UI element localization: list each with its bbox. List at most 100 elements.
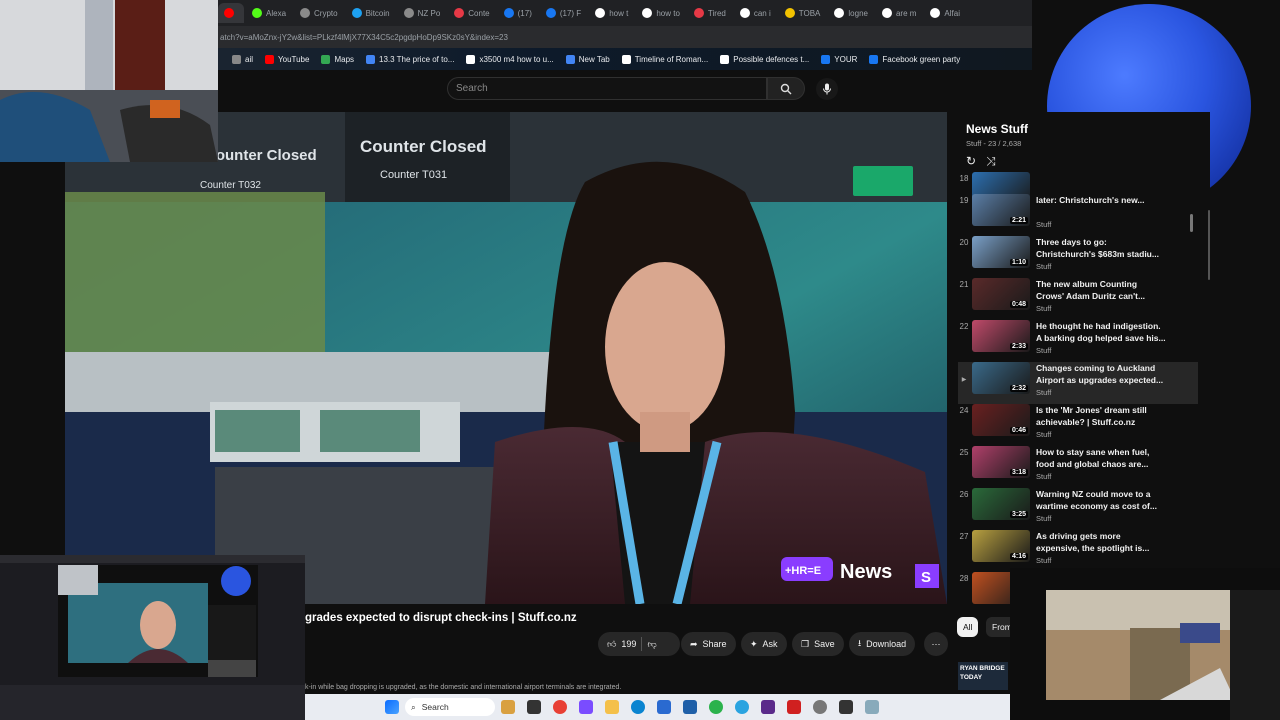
- browser-tab[interactable]: Bitcoin: [346, 3, 396, 23]
- browser-tab[interactable]: Alfai: [924, 3, 966, 23]
- windows-start-icon[interactable]: [385, 700, 399, 714]
- playlist-index: 22: [959, 322, 969, 331]
- tab-label: are m: [895, 8, 917, 18]
- playlist-thumbnail[interactable]: 2:21: [972, 194, 1030, 226]
- playlist-item-title[interactable]: Changes coming to Auckland Airport as up…: [1036, 362, 1166, 386]
- browser-tab[interactable]: Conte: [448, 3, 495, 23]
- bookmark-item[interactable]: New Tab: [565, 54, 610, 64]
- browser-tab[interactable]: can i: [734, 3, 777, 23]
- playlist-item-title[interactable]: Warning NZ could move to a wartime econo…: [1036, 488, 1166, 512]
- playlist-thumbnail[interactable]: 0:46: [972, 404, 1030, 436]
- playlist-item[interactable]: 27 4:16 As driving gets more expensive, th…: [958, 530, 1198, 572]
- browser-tab[interactable]: Alexa: [246, 3, 292, 23]
- file-explorer-icon[interactable]: [605, 700, 619, 714]
- playlist-item-title[interactable]: How to stay sane when fuel, food and glo…: [1036, 446, 1166, 470]
- chip-all[interactable]: All: [957, 617, 979, 637]
- bookmark-item[interactable]: Facebook green party: [869, 54, 960, 64]
- browser-tab[interactable]: (17): [498, 3, 538, 23]
- playlist-item-title[interactable]: As driving gets more expensive, the spot…: [1036, 530, 1166, 554]
- bookmark-label: YouTube: [278, 54, 310, 64]
- app-icon-4[interactable]: [865, 700, 879, 714]
- playlist-thumbnail[interactable]: 0:48: [972, 278, 1030, 310]
- obs-icon[interactable]: [761, 700, 775, 714]
- page-scrollbar[interactable]: [1208, 210, 1210, 280]
- playlist-item[interactable]: 25 3:18 How to stay sane when fuel, food a…: [958, 446, 1198, 488]
- app-icon-2[interactable]: [683, 700, 697, 714]
- promo-thumbnail[interactable]: RYAN BRIDGE TODAY: [958, 662, 1008, 690]
- ask-button[interactable]: ✦ Ask: [741, 632, 787, 656]
- bookmark-item[interactable]: YouTube: [265, 54, 310, 64]
- browser-tab[interactable]: (17) F: [540, 3, 587, 23]
- app-icon-3[interactable]: [839, 700, 853, 714]
- browser-tab[interactable]: NZ Po: [398, 3, 447, 23]
- playlist-item-title[interactable]: Is the 'Mr Jones' dream still achievable…: [1036, 404, 1166, 428]
- tab-label: Alfai: [944, 8, 960, 18]
- telegram-icon[interactable]: [735, 700, 749, 714]
- playlist-item-title[interactable]: The new album Counting Crows' Adam Durit…: [1036, 278, 1166, 302]
- obs-controls[interactable]: [0, 685, 305, 720]
- playlist-item-title[interactable]: He thought he had indigestion. A barking…: [1036, 320, 1166, 344]
- playlist-thumbnail[interactable]: 4:16: [972, 530, 1030, 562]
- browser-tab[interactable]: logne: [828, 3, 874, 23]
- video-player[interactable]: Counter Closed Counter T031 Counter Clos…: [65, 112, 947, 604]
- mail-icon[interactable]: [657, 700, 671, 714]
- bookmark-item[interactable]: Timeline of Roman...: [621, 54, 708, 64]
- playlist-thumbnail[interactable]: 3:25: [972, 488, 1030, 520]
- more-actions-button[interactable]: ⋯: [924, 632, 948, 656]
- bookmark-item[interactable]: Maps: [321, 54, 354, 64]
- save-button[interactable]: ❐ Save: [792, 632, 844, 656]
- whatsapp-icon[interactable]: [709, 700, 723, 714]
- playlist-item[interactable]: 19 2:21 later: Christchurch's new... Stuff: [958, 194, 1198, 236]
- playlist-item[interactable]: 20 1:10 Three days to go: Christchurch's $…: [958, 236, 1198, 278]
- bookmark-item[interactable]: x3500 m4 how to u...: [466, 54, 554, 64]
- playlist-item[interactable]: ▶ 2:32 Changes coming to Auckland Airport …: [958, 362, 1198, 404]
- bookmark-item[interactable]: 13.3 The price of to...: [366, 54, 454, 64]
- playlist-thumbnail[interactable]: 3:18: [972, 446, 1030, 478]
- playlist-index: 24: [959, 406, 969, 415]
- edge-icon[interactable]: [631, 700, 645, 714]
- address-bar[interactable]: atch?v=aMoZnx-jY2w&list=PLkzf4lMjX77X34C…: [218, 26, 1032, 48]
- pdf-icon[interactable]: [787, 700, 801, 714]
- playlist-thumbnail[interactable]: 2:33: [972, 320, 1030, 352]
- playlist-item-channel: Stuff: [1036, 220, 1052, 229]
- shuffle-icon[interactable]: ⤨: [986, 154, 996, 169]
- playlist-item-title[interactable]: Three days to go: Christchurch's $683m s…: [1036, 236, 1166, 260]
- download-button[interactable]: ⭳ Download: [849, 632, 916, 656]
- playlist-item[interactable]: 21 0:48 The new album Counting Crows' Adam…: [958, 278, 1198, 320]
- bookmark-favicon-icon: [821, 54, 831, 64]
- video-duration: 0:48: [1009, 301, 1028, 308]
- settings-icon[interactable]: [813, 700, 827, 714]
- playlist-thumbnail[interactable]: 1:10: [972, 236, 1030, 268]
- task-view-icon[interactable]: [527, 700, 541, 714]
- bookmark-item[interactable]: YOUR: [821, 54, 857, 64]
- bookmark-item[interactable]: ail: [232, 54, 253, 64]
- browser-tab[interactable]: [218, 3, 244, 23]
- taskbar-search[interactable]: ⌕ Search: [405, 698, 495, 716]
- browser-tab[interactable]: how to: [636, 3, 686, 23]
- tab-label: (17): [517, 8, 532, 18]
- app-icon[interactable]: [579, 700, 593, 714]
- playlist-item-title[interactable]: later: Christchurch's new...: [1036, 194, 1166, 206]
- playlist-item[interactable]: 24 0:46 Is the 'Mr Jones' dream still achi…: [958, 404, 1198, 446]
- playlist-item[interactable]: 26 3:25 Warning NZ could move to a wartime…: [958, 488, 1198, 530]
- chrome-icon[interactable]: [553, 700, 567, 714]
- browser-tab[interactable]: Tired: [688, 3, 732, 23]
- browser-tab[interactable]: TOBA: [779, 3, 827, 23]
- playlist-scrollbar[interactable]: [1190, 214, 1193, 232]
- playlist-meta: Stuff - 23 / 2,638: [966, 139, 1022, 148]
- playlist-item[interactable]: 22 2:33 He thought he had indigestion. A b…: [958, 320, 1198, 362]
- bookmark-item[interactable]: Possible defences t...: [720, 54, 809, 64]
- browser-tab[interactable]: are m: [876, 3, 922, 23]
- voice-search-button[interactable]: [816, 78, 838, 100]
- search-button[interactable]: [767, 77, 805, 100]
- search-input[interactable]: Search: [447, 77, 767, 100]
- thumbs-down-icon[interactable]: 👎︎: [647, 639, 656, 650]
- tab-favicon-icon: [784, 8, 795, 18]
- loop-icon[interactable]: ↻: [966, 154, 976, 169]
- widgets-icon[interactable]: [501, 700, 515, 714]
- like-button[interactable]: 👍︎ 199: [607, 639, 636, 650]
- browser-tab[interactable]: how t: [589, 3, 634, 23]
- browser-tab[interactable]: Crypto: [294, 3, 344, 23]
- playlist-thumbnail[interactable]: 2:32: [972, 362, 1030, 394]
- share-button[interactable]: ➦ Share: [681, 632, 736, 656]
